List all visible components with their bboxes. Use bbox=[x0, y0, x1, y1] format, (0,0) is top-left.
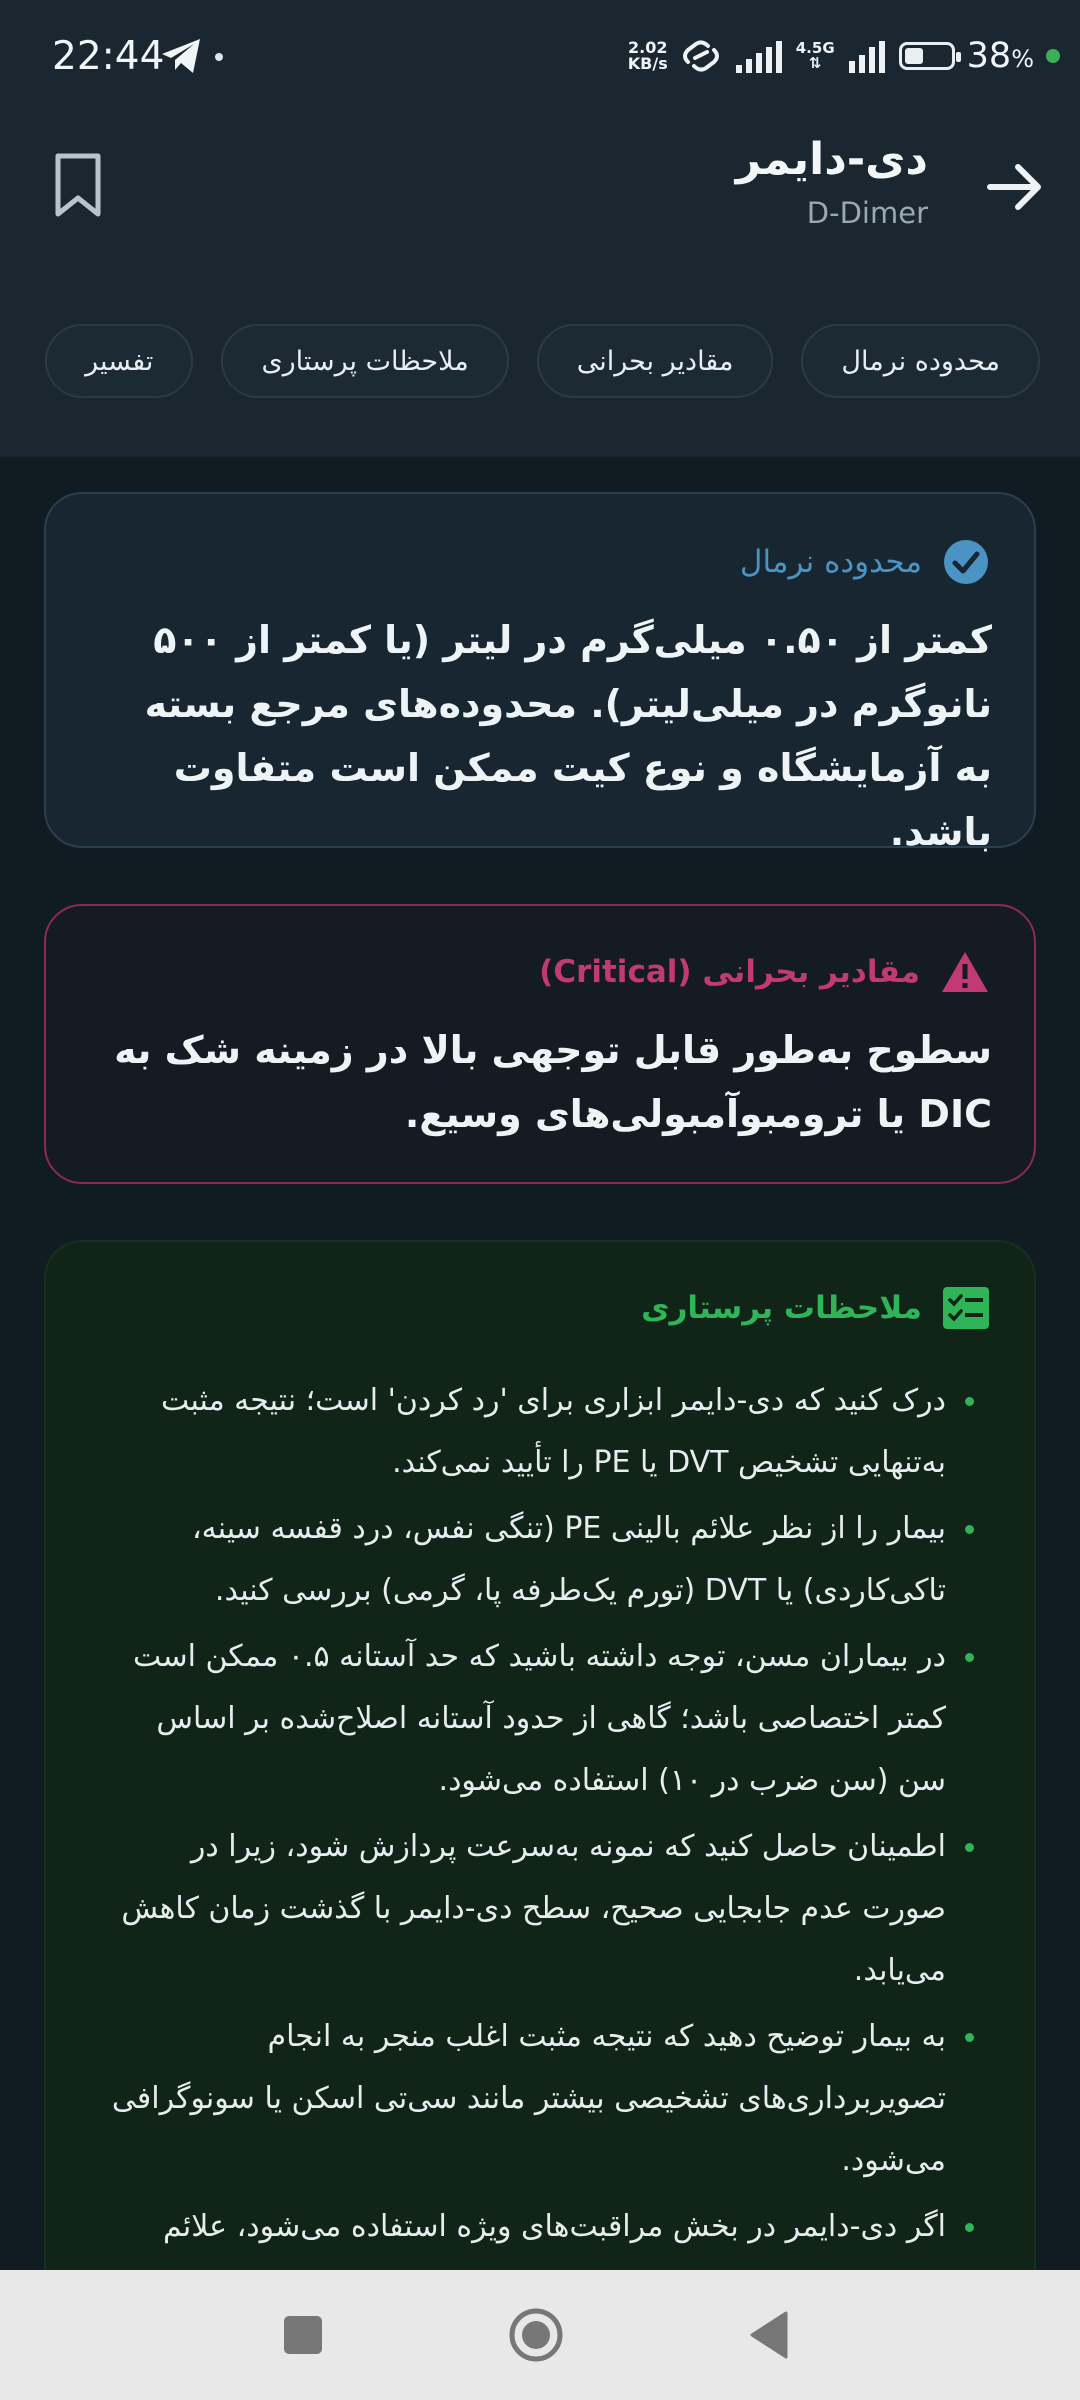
tab-interpretation[interactable]: تفسیر bbox=[45, 324, 194, 398]
app-header: دی-دایمر D-Dimer محدوده نرمال مقادیر بحر… bbox=[0, 112, 1080, 457]
data-arrows-icon: ⇅ bbox=[808, 54, 822, 72]
speed-unit: KB/s bbox=[627, 54, 668, 73]
section-tabs: محدوده نرمال مقادیر بحرانی ملاحظات پرستا… bbox=[45, 324, 1040, 398]
list-item: درک کنید که دی-دایمر ابزاری برای 'رد کرد… bbox=[102, 1370, 974, 1494]
status-bar: 22:44 2.02 KB/s 4.5G ⇅ 38% bbox=[0, 0, 1080, 112]
nursing-considerations-header: ملاحظات پرستاری bbox=[641, 1286, 990, 1330]
critical-values-text: سطوح به‌طور قابل توجهی بالا در زمینه شک … bbox=[114, 1028, 992, 1136]
tab-normal-range[interactable]: محدوده نرمال bbox=[801, 324, 1040, 398]
normal-range-title: محدوده نرمال bbox=[739, 544, 922, 580]
status-indicator-dot bbox=[1046, 49, 1060, 63]
tab-nursing-considerations[interactable]: ملاحظات پرستاری bbox=[221, 324, 509, 398]
network-type: 4.5G ⇅ bbox=[796, 41, 835, 71]
status-icons: 2.02 KB/s 4.5G ⇅ 38% bbox=[628, 30, 1060, 82]
signal-icon bbox=[735, 41, 782, 73]
hotspot-link-icon bbox=[682, 40, 719, 72]
normal-range-card: محدوده نرمال کمتر از ۰.۵۰ میلی‌گرم در لی… bbox=[44, 492, 1036, 854]
list-item: بیمار را از نظر علائم بالینی PE (تنگی نف… bbox=[102, 1498, 974, 1622]
critical-values-title: مقادیر بحرانی (Critical) bbox=[539, 954, 920, 990]
status-time: 22:44 bbox=[52, 34, 165, 79]
list-item: به بیمار توضیح دهید که نتیجه مثبت اغلب م… bbox=[102, 2006, 974, 2192]
tab-critical-values[interactable]: مقادیر بحرانی bbox=[536, 324, 774, 398]
nursing-considerations-title: ملاحظات پرستاری bbox=[641, 1290, 922, 1326]
list-item: اطمینان حاصل کنید که نمونه به‌سرعت پرداز… bbox=[102, 1816, 974, 2002]
critical-values-header: مقادیر بحرانی (Critical) bbox=[539, 950, 990, 994]
nursing-considerations-card: ملاحظات پرستاری درک کنید که دی-دایمر ابز… bbox=[44, 1240, 1036, 2400]
critical-values-card: مقادیر بحرانی (Critical) سطوح به‌طور قاب… bbox=[44, 904, 1036, 1184]
arrow-right-icon[interactable] bbox=[980, 152, 1050, 222]
normal-range-text: کمتر از ۰.۵۰ میلی‌گرم در لیتر (یا کمتر ا… bbox=[144, 618, 992, 854]
page-subtitle: D-Dimer bbox=[806, 196, 928, 230]
check-circle-icon bbox=[944, 540, 988, 584]
recents-square-icon[interactable] bbox=[284, 2316, 322, 2354]
network-speed: 2.02 KB/s bbox=[628, 40, 668, 72]
page-title: دی-دایمر bbox=[735, 134, 928, 185]
telegram-send-icon bbox=[162, 39, 200, 73]
signal-icon-2 bbox=[848, 41, 885, 73]
battery-icon bbox=[898, 42, 961, 70]
bookmark-icon[interactable] bbox=[50, 152, 106, 218]
warning-triangle-icon bbox=[942, 952, 988, 992]
back-triangle-icon[interactable] bbox=[748, 2310, 790, 2360]
battery-percent: 38% bbox=[966, 36, 1034, 76]
normal-range-header: محدوده نرمال bbox=[740, 538, 990, 586]
list-item: در بیماران مسن، توجه داشته باشید که حد آ… bbox=[102, 1626, 974, 1812]
system-nav-bar bbox=[0, 2270, 1080, 2400]
checklist-icon bbox=[943, 1287, 989, 1329]
notification-dot bbox=[215, 53, 223, 61]
nursing-notes-list: درک کنید که دی-دایمر ابزاری برای 'رد کرد… bbox=[102, 1370, 974, 2324]
home-circle-icon[interactable] bbox=[508, 2307, 564, 2363]
